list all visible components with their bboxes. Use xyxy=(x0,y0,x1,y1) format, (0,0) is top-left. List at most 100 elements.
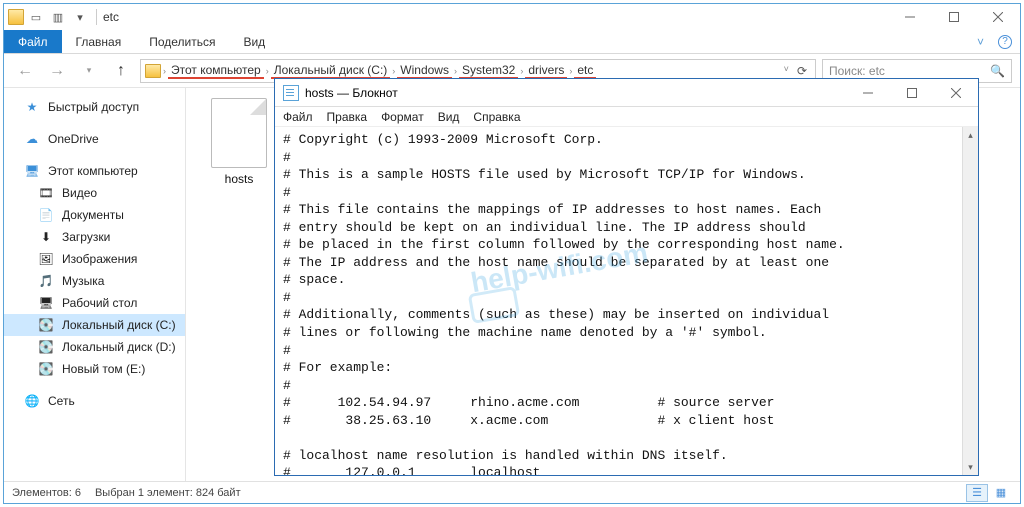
video-icon: 🎞 xyxy=(38,185,54,201)
chevron-right-icon[interactable]: › xyxy=(264,66,271,76)
vertical-scrollbar[interactable]: ▴ ▾ xyxy=(962,127,978,475)
quick-access-toolbar: ▭ ▥ ▾ xyxy=(8,7,90,27)
search-icon: 🔍 xyxy=(990,64,1005,78)
sidebar-item-label: Изображения xyxy=(62,252,137,266)
drive-icon: 💽 xyxy=(38,339,54,355)
file-icon xyxy=(211,98,267,168)
view-large-icons-button[interactable]: ▦ xyxy=(990,484,1012,502)
minimize-button[interactable] xyxy=(846,80,890,106)
breadcrumb-segment[interactable]: drivers xyxy=(525,63,567,79)
file-item-hosts[interactable]: hosts xyxy=(196,98,282,186)
breadcrumb-segment[interactable]: System32 xyxy=(459,63,518,79)
notepad-menubar: Файл Правка Формат Вид Справка xyxy=(275,107,978,127)
status-item-count: Элементов: 6 xyxy=(12,487,81,499)
sidebar-item-pictures[interactable]: 🖼 Изображения xyxy=(4,248,185,270)
menu-edit[interactable]: Правка xyxy=(327,110,368,124)
notepad-content: # Copyright (c) 1993-2009 Microsoft Corp… xyxy=(275,127,978,475)
sidebar-item-label: Документы xyxy=(62,208,124,222)
notepad-titlebar: hosts — Блокнот xyxy=(275,79,978,107)
help-icon[interactable]: ? xyxy=(998,35,1012,49)
file-name: hosts xyxy=(196,172,282,186)
navigation-pane: ★ Быстрый доступ ☁ OneDrive 🖥 Этот компь… xyxy=(4,88,186,481)
window-title: etc xyxy=(103,10,119,24)
breadcrumb-segment[interactable]: Windows xyxy=(397,63,452,79)
picture-icon: 🖼 xyxy=(38,251,54,267)
sidebar-item-drive-e[interactable]: 💽Новый том (E:) xyxy=(4,358,185,380)
notepad-window: hosts — Блокнот Файл Правка Формат Вид С… xyxy=(274,78,979,476)
explorer-titlebar: ▭ ▥ ▾ etc xyxy=(4,4,1020,30)
sidebar-item-label: Этот компьютер xyxy=(48,164,138,178)
recent-dropdown-icon[interactable]: ▾ xyxy=(76,58,102,84)
sidebar-item-this-pc[interactable]: 🖥 Этот компьютер xyxy=(4,160,185,182)
network-icon: 🌐 xyxy=(24,393,40,409)
download-icon: ⬇ xyxy=(38,229,54,245)
new-folder-icon[interactable]: ▥ xyxy=(48,7,68,27)
back-button[interactable]: ← xyxy=(12,58,38,84)
chevron-right-icon[interactable]: › xyxy=(567,66,574,76)
chevron-right-icon[interactable]: › xyxy=(161,66,168,76)
tab-file[interactable]: Файл xyxy=(4,30,62,53)
sidebar-item-documents[interactable]: 📄 Документы xyxy=(4,204,185,226)
sidebar-item-label: Загрузки xyxy=(62,230,110,244)
folder-icon xyxy=(8,9,24,25)
sidebar-item-drive-d[interactable]: 💽Локальный диск (D:) xyxy=(4,336,185,358)
close-button[interactable] xyxy=(934,80,978,106)
desktop-icon: 🖥 xyxy=(38,295,54,311)
qat-dropdown-icon[interactable]: ▾ xyxy=(70,7,90,27)
maximize-button[interactable] xyxy=(932,4,976,30)
chevron-right-icon[interactable]: › xyxy=(518,66,525,76)
sidebar-item-quick-access[interactable]: ★ Быстрый доступ xyxy=(4,96,185,118)
breadcrumb-segment[interactable]: Этот компьютер xyxy=(168,63,264,79)
menu-view[interactable]: Вид xyxy=(438,110,460,124)
breadcrumb-segment[interactable]: etc xyxy=(574,63,596,79)
scroll-down-icon[interactable]: ▾ xyxy=(963,459,978,475)
sidebar-item-label: Рабочий стол xyxy=(62,296,137,310)
folder-icon xyxy=(145,64,161,78)
refresh-icon[interactable]: ⟳ xyxy=(793,64,811,78)
forward-button[interactable]: → xyxy=(44,58,70,84)
up-button[interactable]: ↑ xyxy=(108,58,134,84)
sidebar-item-label: Видео xyxy=(62,186,97,200)
sidebar-item-label: Локальный диск (C:) xyxy=(62,318,176,332)
tab-share[interactable]: Поделиться xyxy=(135,30,229,53)
star-icon: ★ xyxy=(24,99,40,115)
tab-home[interactable]: Главная xyxy=(62,30,136,53)
address-dropdown-icon[interactable]: ˅ xyxy=(782,64,791,78)
view-details-button[interactable]: ☰ xyxy=(966,484,988,502)
drive-icon: 💽 xyxy=(38,317,54,333)
tab-view[interactable]: Вид xyxy=(229,30,279,53)
document-icon: 📄 xyxy=(38,207,54,223)
sidebar-item-drive-c[interactable]: 💽 Локальный диск (C:) xyxy=(4,314,185,336)
sidebar-item-downloads[interactable]: ⬇ Загрузки xyxy=(4,226,185,248)
separator xyxy=(96,9,97,25)
menu-format[interactable]: Формат xyxy=(381,110,424,124)
sidebar-item-music[interactable]: 🎵 Музыка xyxy=(4,270,185,292)
ribbon-collapse-icon[interactable]: ˅ xyxy=(977,35,984,49)
minimize-button[interactable] xyxy=(888,4,932,30)
menu-file[interactable]: Файл xyxy=(283,110,313,124)
music-icon: 🎵 xyxy=(38,273,54,289)
close-button[interactable] xyxy=(976,4,1020,30)
drive-icon: 💽 xyxy=(38,361,54,377)
sidebar-item-label: OneDrive xyxy=(48,132,99,146)
sidebar-item-label: Музыка xyxy=(62,274,104,288)
sidebar-item-onedrive[interactable]: ☁ OneDrive xyxy=(4,128,185,150)
pc-icon: 🖥 xyxy=(24,163,40,179)
sidebar-item-videos[interactable]: 🎞 Видео xyxy=(4,182,185,204)
window-controls xyxy=(888,4,1020,30)
properties-icon[interactable]: ▭ xyxy=(26,7,46,27)
breadcrumb-segment[interactable]: Локальный диск (C:) xyxy=(271,63,391,79)
scroll-up-icon[interactable]: ▴ xyxy=(963,127,978,143)
status-selection: Выбран 1 элемент: 824 байт xyxy=(95,487,241,499)
maximize-button[interactable] xyxy=(890,80,934,106)
sidebar-item-label: Быстрый доступ xyxy=(48,100,139,114)
ribbon-tabs: Файл Главная Поделиться Вид ˅ ? xyxy=(4,30,1020,54)
sidebar-item-desktop[interactable]: 🖥 Рабочий стол xyxy=(4,292,185,314)
sidebar-item-network[interactable]: 🌐 Сеть xyxy=(4,390,185,412)
notepad-text-area[interactable]: # Copyright (c) 1993-2009 Microsoft Corp… xyxy=(275,127,978,475)
notepad-title: hosts — Блокнот xyxy=(305,86,398,100)
chevron-right-icon[interactable]: › xyxy=(390,66,397,76)
menu-help[interactable]: Справка xyxy=(473,110,520,124)
notepad-icon xyxy=(283,85,299,101)
chevron-right-icon[interactable]: › xyxy=(452,66,459,76)
